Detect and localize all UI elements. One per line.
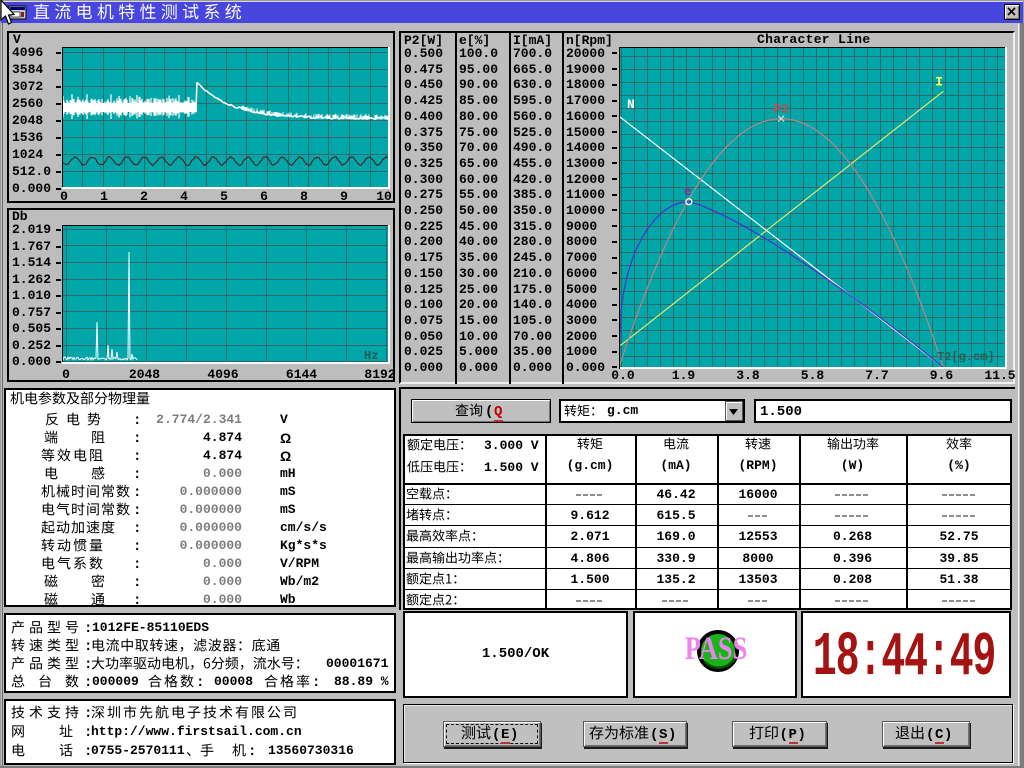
- svg-text:T2[g.cm]: T2[g.cm]: [937, 350, 995, 364]
- svg-text:I: I: [935, 74, 943, 89]
- svg-text:P2: P2: [773, 102, 789, 117]
- svg-text:e: e: [684, 184, 692, 199]
- svg-text:N: N: [627, 97, 635, 112]
- svg-text:Hz: Hz: [364, 349, 378, 363]
